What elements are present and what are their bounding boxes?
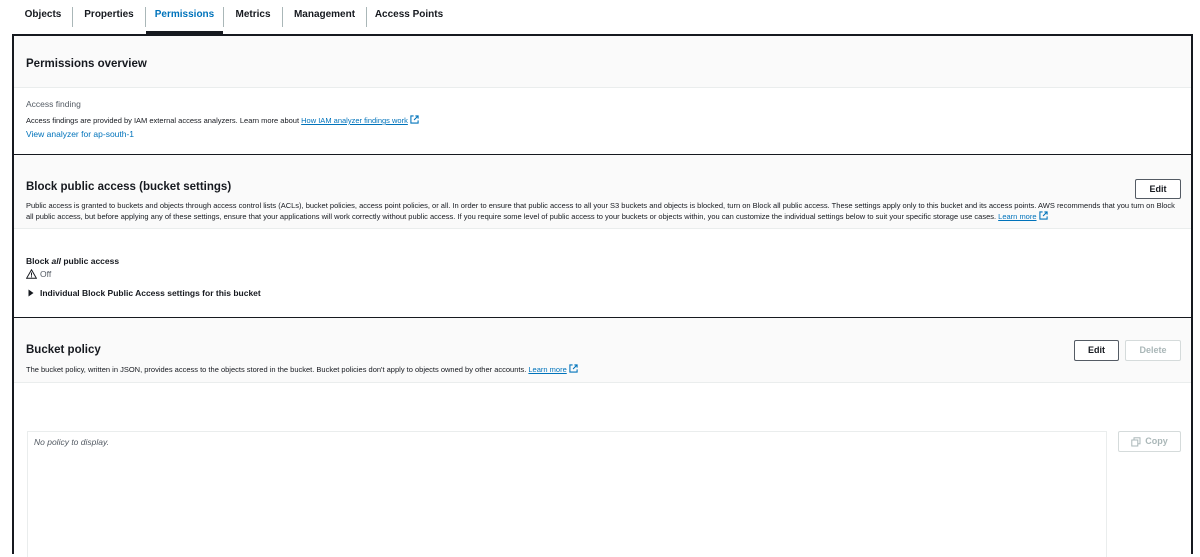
copy-policy-button[interactable]: Copy (1118, 431, 1181, 452)
iam-analyzer-link[interactable]: How IAM analyzer findings work (301, 116, 408, 125)
bucket-policy-description: The bucket policy, written in JSON, prov… (26, 364, 578, 375)
permissions-overview-header: Permissions overview (14, 36, 1191, 88)
tab-objects[interactable]: Objects (14, 0, 72, 31)
bucket-tabs: Objects Properties Permissions Metrics M… (0, 0, 1200, 34)
external-link-icon (1038, 211, 1048, 220)
external-link-icon (569, 364, 578, 373)
permissions-overview-panel: Permissions overview Access finding Acce… (14, 36, 1191, 154)
access-finding-text: Access findings are provided by IAM exte… (26, 116, 302, 125)
tab-properties[interactable]: Properties (73, 0, 145, 31)
individual-settings-expander[interactable]: Individual Block Public Access settings … (27, 288, 261, 298)
label-suffix: public access (60, 256, 120, 266)
individual-settings-label: Individual Block Public Access settings … (40, 288, 261, 298)
bucket-policy-viewer: No policy to display. (27, 431, 1107, 557)
copy-label: Copy (1145, 436, 1168, 446)
view-analyzer-link[interactable]: View analyzer for ap-south-1 (26, 129, 134, 139)
bucket-policy-text: The bucket policy, written in JSON, prov… (26, 365, 529, 374)
status-off-text: Off (40, 269, 52, 279)
copy-icon (1131, 436, 1141, 446)
tab-metrics[interactable]: Metrics (224, 0, 282, 31)
label-emphasis: all (51, 256, 61, 266)
block-public-access-header: Block public access (bucket settings) Ed… (14, 155, 1191, 229)
bucket-policy-delete-button[interactable]: Delete (1125, 340, 1181, 361)
block-public-access-learn-more[interactable]: Learn more (998, 212, 1036, 221)
tab-permissions[interactable]: Permissions (146, 0, 223, 34)
tab-management[interactable]: Management (283, 0, 366, 31)
tab-access-points[interactable]: Access Points (367, 0, 451, 31)
external-link-icon (410, 115, 419, 124)
block-public-access-status: Off (26, 269, 51, 279)
block-public-access-description: Public access is granted to buckets and … (26, 200, 1183, 222)
bucket-policy-title: Bucket policy (26, 344, 101, 356)
access-finding-label: Access finding (26, 99, 81, 109)
permissions-content: Permissions overview Access finding Acce… (12, 34, 1193, 557)
bucket-policy-edit-button[interactable]: Edit (1074, 340, 1119, 361)
bucket-policy-header: Bucket policy Edit Delete The bucket pol… (14, 318, 1191, 383)
block-all-public-access-label: Block all public access (26, 256, 119, 266)
label-prefix: Block (26, 256, 52, 266)
access-finding-description: Access findings are provided by IAM exte… (26, 115, 419, 126)
no-policy-text: No policy to display. (34, 437, 109, 447)
bucket-policy-learn-more[interactable]: Learn more (528, 365, 566, 374)
caret-right-icon (28, 289, 34, 297)
permissions-overview-title: Permissions overview (26, 58, 147, 70)
block-public-access-edit-button[interactable]: Edit (1135, 179, 1181, 199)
warning-icon (26, 269, 37, 279)
block-public-access-title: Block public access (bucket settings) (26, 181, 232, 193)
block-public-access-panel: Block public access (bucket settings) Ed… (14, 155, 1191, 317)
